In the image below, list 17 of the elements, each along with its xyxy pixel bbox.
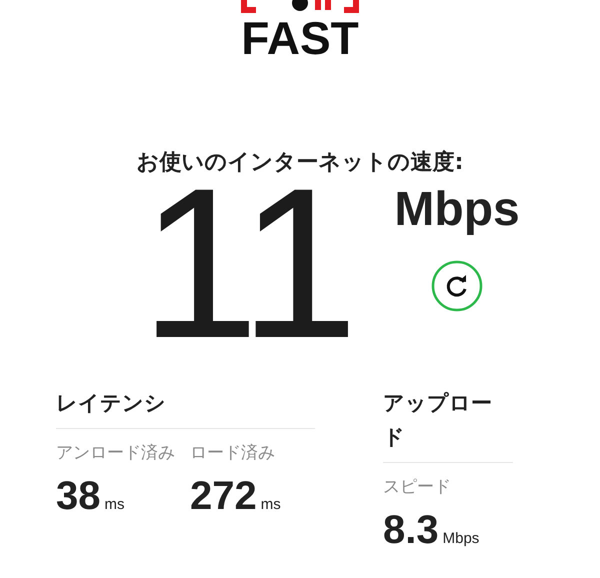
- metric-label: アンロード済み: [56, 442, 176, 465]
- speed-heading: お使いのインターネットの速度:: [136, 148, 464, 177]
- metric-value: 8.3: [383, 508, 439, 552]
- metric-label: スピード: [383, 476, 452, 499]
- logo-icon: [240, 0, 360, 14]
- logo-text: FAST: [241, 16, 359, 60]
- refresh-icon[interactable]: [431, 260, 484, 312]
- metric-label: ロード済み: [190, 442, 276, 465]
- speed-value: 11: [140, 184, 354, 344]
- section-title: アップロード: [383, 386, 513, 463]
- metric-unit: ms: [260, 496, 281, 513]
- metric-value: 38: [56, 474, 100, 518]
- speed-unit: Mbps: [394, 184, 520, 236]
- section-title: レイテンシ: [56, 386, 315, 429]
- metric-unit: ms: [104, 496, 124, 513]
- metric-unit: Mbps: [442, 530, 480, 547]
- metric-value: 272: [190, 474, 257, 518]
